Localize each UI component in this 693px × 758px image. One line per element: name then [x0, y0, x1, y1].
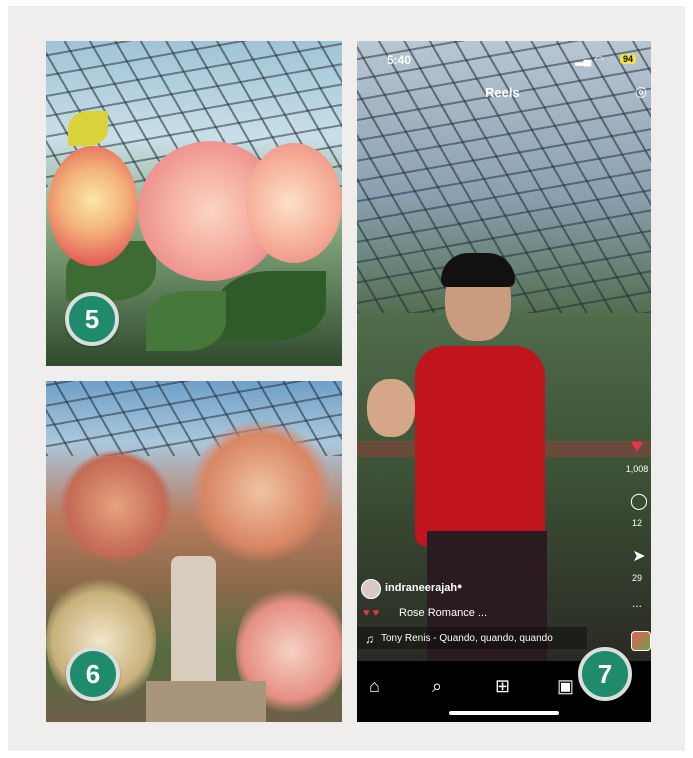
more-icon[interactable]: ...: [622, 596, 651, 610]
rose-emoji-icon: ♥ ♥: [363, 607, 380, 619]
rose-flower: [246, 143, 342, 263]
red-dress: [415, 346, 545, 546]
step-badge-6: 6: [66, 647, 120, 701]
rose-flower: [48, 146, 138, 266]
raised-hand: [367, 379, 415, 437]
step-badge-7: 7: [578, 647, 632, 701]
music-note-icon: ♫: [365, 632, 374, 646]
status-time: 5:40: [387, 53, 412, 67]
step-badge-5: 5: [65, 292, 119, 346]
yellow-bud: [68, 111, 108, 146]
comment-icon[interactable]: ◯: [627, 491, 651, 511]
garden-path: [146, 681, 266, 722]
comments-count: 12: [631, 518, 642, 528]
plus-square-icon[interactable]: ⊞: [495, 676, 510, 697]
home-icon[interactable]: ⌂: [369, 676, 380, 697]
battery-level: 94: [620, 54, 637, 64]
camera-icon[interactable]: ◎: [629, 83, 651, 100]
audio-thumbnail[interactable]: [631, 631, 651, 651]
flower-cluster: [186, 421, 336, 561]
send-icon[interactable]: ➤: [627, 546, 651, 566]
header-title: Reels: [485, 85, 520, 100]
leaf: [216, 271, 326, 341]
audio-track-name[interactable]: Tony Renis - Quando, quando, quando: [381, 633, 553, 644]
search-icon[interactable]: ⌕: [432, 676, 442, 697]
flower-cluster: [56, 451, 176, 561]
likes-count: 1,008: [625, 464, 649, 474]
reels-screenshot: 5:40 ▂▄ ◠ 94 Reels ◎ ♥ 1,008 ◯ 12 ➤ 29 .…: [357, 41, 651, 722]
caption-text[interactable]: Rose Romance ...: [399, 607, 487, 619]
verified-icon: ●: [457, 581, 463, 591]
leaf: [146, 291, 226, 351]
shares-count: 29: [631, 573, 642, 583]
reels-icon[interactable]: ▣: [557, 676, 574, 697]
person-figure: [171, 556, 216, 686]
home-indicator: [449, 711, 559, 715]
username[interactable]: indraneerajah: [385, 582, 457, 594]
signal-wifi-icons: ▂▄ ◠: [575, 54, 604, 66]
person-hair: [441, 253, 515, 287]
avatar[interactable]: [361, 579, 381, 599]
heart-icon[interactable]: ♥: [625, 435, 649, 458]
